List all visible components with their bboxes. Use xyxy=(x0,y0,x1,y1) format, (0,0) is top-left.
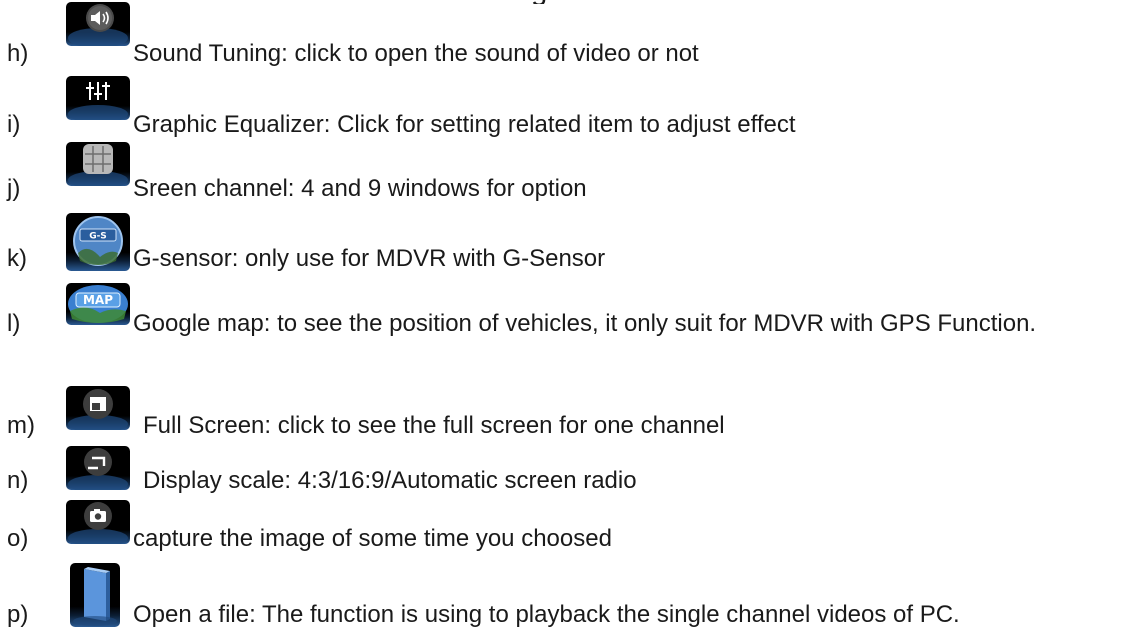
full-screen-icon xyxy=(66,386,130,430)
cropped-heading-fragment xyxy=(532,0,546,4)
list-letter: n) xyxy=(7,467,29,494)
item-description: Open a file: The function is using to pl… xyxy=(133,601,960,628)
item-description: Display scale: 4:3/16:9/Automatic screen… xyxy=(143,467,637,494)
list-letter: m) xyxy=(7,412,35,439)
list-letter: i) xyxy=(7,111,21,138)
g-sensor-globe-icon: G-S xyxy=(66,213,130,271)
item-description: capture the image of some time you choos… xyxy=(133,525,612,552)
grid-icon xyxy=(66,142,130,186)
item-description: Sound Tuning: click to open the sound of… xyxy=(133,40,699,67)
item-description: Sreen channel: 4 and 9 windows for optio… xyxy=(133,175,587,202)
list-letter: p) xyxy=(7,601,29,628)
speaker-icon xyxy=(66,2,130,46)
svg-text:G-S: G-S xyxy=(89,232,107,242)
list-letter: h) xyxy=(7,40,29,67)
list-letter: l) xyxy=(7,310,21,337)
item-description: Graphic Equalizer: Click for setting rel… xyxy=(133,111,796,138)
list-letter: k) xyxy=(7,245,27,272)
equalizer-icon xyxy=(66,76,130,120)
open-file-icon xyxy=(70,563,120,627)
display-scale-icon xyxy=(66,446,130,490)
camera-icon xyxy=(66,500,130,544)
svg-text:MAP: MAP xyxy=(83,293,113,307)
list-letter: j) xyxy=(7,175,21,202)
map-icon: MAP xyxy=(66,283,130,325)
list-letter: o) xyxy=(7,525,29,552)
item-description: G-sensor: only use for MDVR with G-Senso… xyxy=(133,245,606,272)
item-description: Google map: to see the position of vehic… xyxy=(133,310,1037,337)
item-description: Full Screen: click to see the full scree… xyxy=(143,412,725,439)
